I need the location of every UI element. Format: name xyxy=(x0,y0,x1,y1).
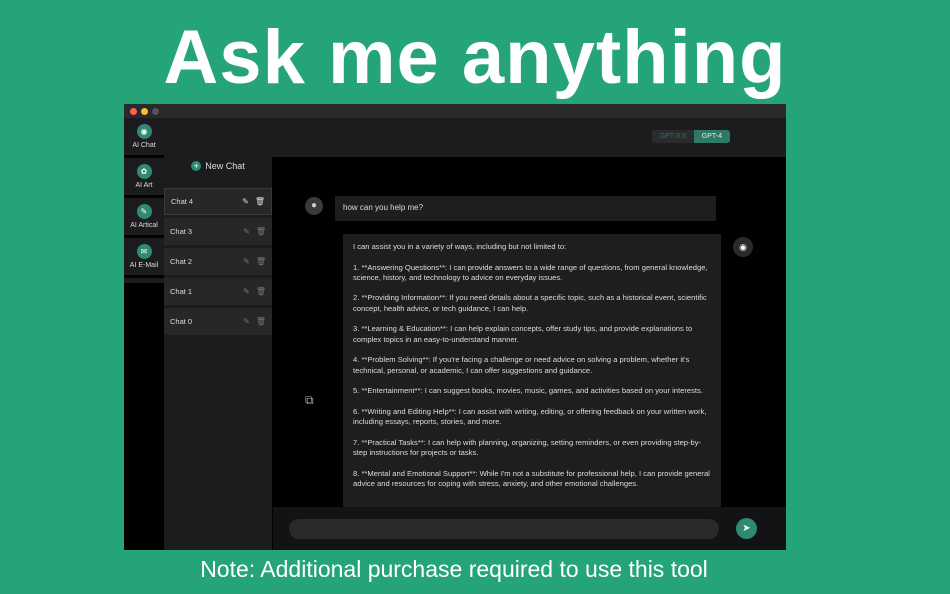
input-bar: ➤ xyxy=(273,507,786,550)
assistant-paragraph: 6. **Writing and Editing Help**: I can a… xyxy=(353,406,707,427)
edit-icon[interactable]: ✎ xyxy=(243,317,250,326)
rail-label: AI E-Mail xyxy=(129,262,159,269)
chat-list-item[interactable]: Chat 0 ✎ 🗑 xyxy=(164,308,272,335)
plus-icon: + xyxy=(191,161,202,171)
headline: Ask me anything xyxy=(163,15,787,100)
chat-title: Chat 4 xyxy=(171,197,194,206)
palette-icon: ✿ xyxy=(136,164,152,179)
zoom-window-button[interactable] xyxy=(152,108,159,115)
rail-item-ai-chat[interactable]: ◉ AI Chat xyxy=(124,118,164,158)
trash-icon[interactable]: 🗑 xyxy=(256,287,266,296)
chat-area: ● how can you help me? ◉ ⧉ I can assist … xyxy=(273,157,786,550)
edit-icon[interactable]: ✎ xyxy=(243,287,250,296)
edit-icon[interactable]: ✎ xyxy=(243,257,250,266)
assistant-paragraph: 4. **Problem Solving**: If you're facing… xyxy=(353,355,690,375)
copy-icon[interactable]: ⧉ xyxy=(305,393,314,408)
assistant-paragraph: 2. **Providing Information**: If you nee… xyxy=(353,293,707,313)
chat-title: Chat 2 xyxy=(170,257,193,266)
app-window: GPT-3.5 GPT-4 ◉ AI Chat ✿ AI Art ✎ AI Artic… xyxy=(124,104,786,550)
title-bar xyxy=(124,104,786,118)
chat-title: Chat 1 xyxy=(170,287,193,296)
rail-label: AI Art xyxy=(135,182,153,189)
assistant-paragraph: 5. **Entertainment**: I can suggest book… xyxy=(353,386,703,396)
new-chat-label: New Chat xyxy=(205,161,245,171)
trash-icon[interactable]: 🗑 xyxy=(256,257,266,266)
minimize-window-button[interactable] xyxy=(141,108,148,115)
model-toggle[interactable]: GPT-3.5 GPT-4 xyxy=(651,130,730,143)
chat-bot-icon: ◉ xyxy=(136,124,152,139)
tool-rail: ◉ AI Chat ✿ AI Art ✎ AI Artical ✉ AI E-Mail xyxy=(124,118,164,283)
purchase-note: Note: Additional purchase required to us… xyxy=(200,556,708,582)
message-input[interactable] xyxy=(289,519,719,539)
send-button[interactable]: ➤ xyxy=(736,518,757,539)
trash-icon[interactable]: 🗑 xyxy=(256,227,266,236)
assistant-paragraph: 8. **Mental and Emotional Support**: Whi… xyxy=(353,468,710,488)
new-chat-button[interactable]: + New Chat xyxy=(164,152,272,180)
assistant-paragraph: 1. **Answering Questions**: I can provid… xyxy=(353,262,708,282)
user-avatar-icon: ● xyxy=(305,197,323,215)
rail-item-ai-email[interactable]: ✉ AI E-Mail xyxy=(124,238,164,278)
chat-list-item[interactable]: Chat 2 ✎ 🗑 xyxy=(164,248,272,275)
rail-label: AI Chat xyxy=(132,142,156,149)
send-icon: ➤ xyxy=(742,523,751,534)
envelope-icon: ✉ xyxy=(136,244,152,259)
rail-item-ai-artical[interactable]: ✎ AI Artical xyxy=(124,198,164,238)
assistant-paragraph: I can assist you in a variety of ways, i… xyxy=(353,242,567,251)
document-icon: ✎ xyxy=(136,204,152,219)
model-option-gpt-4[interactable]: GPT-4 xyxy=(693,130,730,143)
chat-list-item[interactable]: Chat 1 ✎ 🗑 xyxy=(164,278,272,305)
chat-title: Chat 3 xyxy=(170,227,193,236)
trash-icon[interactable]: 🗑 xyxy=(255,197,265,206)
bot-avatar-icon: ◉ xyxy=(733,237,753,257)
chat-title: Chat 0 xyxy=(170,317,193,326)
user-message: how can you help me? xyxy=(335,196,716,221)
assistant-message: I can assist you in a variety of ways, i… xyxy=(343,234,721,509)
model-option-gpt-3-5[interactable]: GPT-3.5 xyxy=(651,130,694,143)
chat-list-item[interactable]: Chat 3 ✎ 🗑 xyxy=(164,218,272,245)
assistant-paragraph: 7. **Practical Tasks**: I can help with … xyxy=(353,437,702,457)
close-window-button[interactable] xyxy=(130,108,137,115)
assistant-paragraph: 3. **Learning & Education**: I can help … xyxy=(353,324,693,344)
rail-item-ai-art[interactable]: ✿ AI Art xyxy=(124,158,164,198)
trash-icon[interactable]: 🗑 xyxy=(256,317,266,326)
rail-label: AI Artical xyxy=(130,222,158,229)
edit-icon[interactable]: ✎ xyxy=(242,197,249,206)
edit-icon[interactable]: ✎ xyxy=(243,227,250,236)
chat-list-panel: + New Chat Chat 4 ✎ 🗑 Chat 3 ✎ 🗑 Chat 2 ✎ 🗑 Chat 1… xyxy=(164,152,272,550)
chat-list-item[interactable]: Chat 4 ✎ 🗑 xyxy=(164,188,272,215)
